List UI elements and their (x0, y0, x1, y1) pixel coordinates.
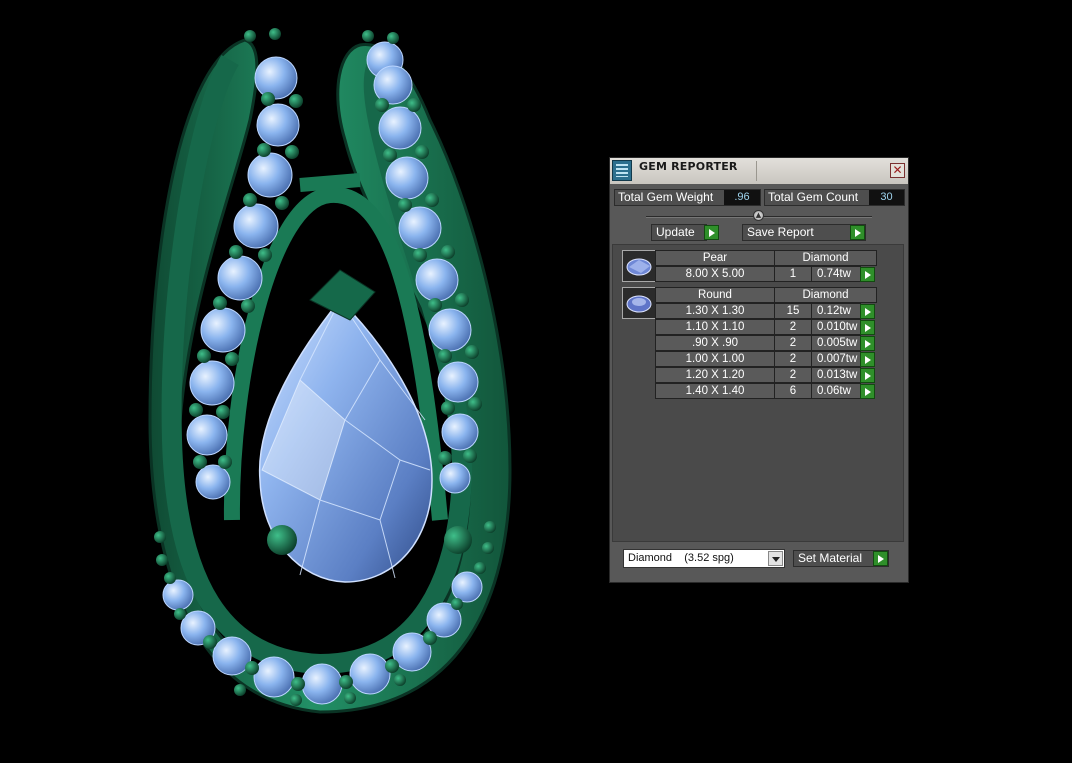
close-button[interactable]: ✕ (890, 163, 905, 178)
select-gem-go-icon[interactable] (860, 384, 875, 399)
select-gem-go-icon[interactable] (860, 304, 875, 319)
total-gem-weight-value: .96 (724, 190, 760, 205)
select-gem-go-icon[interactable] (860, 336, 875, 351)
pendant-model (148, 28, 512, 714)
gem-weight: 0.12tw (811, 303, 861, 319)
gem-size: 8.00 X 5.00 (655, 266, 775, 282)
material-select[interactable]: Diamond (3.52 spg) (623, 549, 785, 568)
total-gem-count-value: 30 (869, 190, 904, 205)
gem-count: 2 (774, 319, 812, 335)
title-bar[interactable]: GEM REPORTER ✕ (610, 158, 908, 184)
select-gem-go-icon[interactable] (860, 368, 875, 383)
splitter-handle[interactable]: ▲ (753, 210, 764, 221)
gem-weight: 0.013tw (811, 367, 861, 383)
gem-size: .90 X .90 (655, 335, 775, 351)
group-shape: Pear (655, 250, 775, 266)
gem-count: 2 (774, 351, 812, 367)
chevron-down-icon[interactable] (768, 551, 783, 566)
gem-count: 6 (774, 383, 812, 399)
update-button[interactable]: Update (651, 224, 707, 241)
gem-count: 1 (774, 266, 812, 282)
gem-count: 15 (774, 303, 812, 319)
group-material: Diamond (774, 250, 877, 266)
panel-title: GEM REPORTER (639, 160, 738, 173)
material-select-value: Diamond (3.52 spg) (628, 552, 734, 564)
gem-weight: 0.005tw (811, 335, 861, 351)
gem-weight: 0.007tw (811, 351, 861, 367)
gem-weight: 0.010tw (811, 319, 861, 335)
set-material-label: Set Material (798, 551, 863, 565)
gem-reporter-panel: GEM REPORTER ✕ Total Gem Weight .96 Tota… (609, 157, 909, 583)
set-material-go-icon[interactable] (873, 551, 888, 566)
update-go-icon[interactable] (704, 225, 719, 240)
pear-gem-icon[interactable] (622, 250, 656, 282)
select-gem-go-icon[interactable] (860, 352, 875, 367)
gem-size: 1.00 X 1.00 (655, 351, 775, 367)
save-report-button[interactable]: Save Report (742, 224, 866, 241)
select-gem-go-icon[interactable] (860, 320, 875, 335)
gem-count: 2 (774, 335, 812, 351)
gem-size: 1.10 X 1.10 (655, 319, 775, 335)
round-gem-icon[interactable] (622, 287, 656, 319)
gem-size: 1.40 X 1.40 (655, 383, 775, 399)
gem-count: 2 (774, 367, 812, 383)
save-report-go-icon[interactable] (850, 225, 865, 240)
gem-reporter-icon (612, 160, 632, 181)
group-material: Diamond (774, 287, 877, 303)
3d-viewport[interactable] (0, 0, 1072, 763)
save-report-label: Save Report (747, 225, 814, 239)
title-divider (756, 161, 757, 181)
gem-list[interactable]: Pear Diamond 8.00 X 5.00 1 0.74tw Round … (612, 244, 904, 542)
update-label: Update (656, 225, 695, 239)
gem-size: 1.20 X 1.20 (655, 367, 775, 383)
gem-weight: 0.06tw (811, 383, 861, 399)
select-gem-go-icon[interactable] (860, 267, 875, 282)
gem-weight: 0.74tw (811, 266, 861, 282)
gem-size: 1.30 X 1.30 (655, 303, 775, 319)
group-shape: Round (655, 287, 775, 303)
